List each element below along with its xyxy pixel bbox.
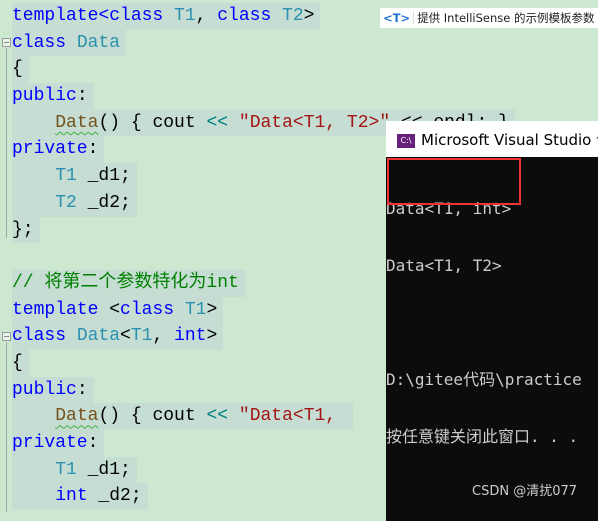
code-token: : [76,379,88,400]
template-param-icon: <T> [380,11,415,25]
code-token: << [206,112,229,133]
code-token: > [206,299,218,320]
line-highlight: { [12,56,29,84]
code-token: () { cout [98,406,207,427]
code-token: Data [76,326,121,347]
code-token: Data [76,32,121,53]
code-token: "Data<T1, [238,406,347,427]
console-title-bar[interactable]: C:\ Microsoft Visual Studio 调试控制台 [386,121,598,157]
fold-guide [6,342,7,512]
code-token: : [87,433,99,453]
code-token: "Data<T1, T2>" [238,112,391,133]
line-highlight: T2 _d2; [12,189,137,217]
code-token: private [12,139,88,160]
line-highlight: }; [12,216,40,244]
line-highlight: { [12,349,29,377]
console-output: Data<T1, int> Data<T1, T2> D:\gitee代码\pr… [386,157,598,484]
code-token: _d2; [87,486,142,507]
console-line: Data<T1, T2> [386,256,502,275]
code-token: T1 [174,6,196,26]
code-token: _d1; [76,166,131,187]
code-line[interactable]: public: [12,83,515,110]
code-token: > [206,326,218,347]
highlight-box [387,158,521,205]
line-highlight: class Data<T1, int> [12,323,224,350]
code-token: T2 [55,192,77,213]
code-token: private [12,433,88,453]
line-highlight: T1 _d1; [12,456,137,484]
line-highlight: public: [12,83,94,110]
code-token: class [12,32,77,53]
code-token: T1 [130,326,153,347]
fold-guide [6,48,7,238]
collapse-icon[interactable]: − [2,38,11,47]
intellisense-tooltip[interactable]: <T> 提供 IntelliSense 的示例模板参数 ▾ [380,8,598,28]
console-line: D:\gitee代码\practice [386,370,582,389]
code-token: > [303,6,315,26]
console-line: 按任意键关闭此窗口. . . [386,427,579,446]
line-highlight: template <class T1> [12,296,224,324]
code-token: class [12,326,77,347]
code-token: () { cout [98,112,207,133]
code-token: Data [55,112,99,133]
line-highlight: private: [12,136,105,164]
code-token: }; [12,219,34,240]
line-highlight: // 将第二个参数特化为int [12,269,245,297]
code-token: < [109,299,121,320]
code-token: public [12,86,77,107]
code-token: int [55,486,88,507]
line-highlight: int _d2; [12,483,148,511]
line-highlight: public: [12,376,94,404]
code-token: Data [55,406,99,427]
code-token: _d1; [76,459,131,480]
code-token: << [206,406,229,427]
code-token: T1 [55,166,77,187]
collapse-icon[interactable]: − [2,332,11,341]
code-token: T2 [282,6,304,26]
code-token: < [120,326,131,347]
code-line[interactable]: { [12,56,515,84]
code-token: { [12,352,23,373]
line-highlight: T1 _d1; [12,163,137,190]
code-token: _d2; [76,192,131,213]
console-title: Microsoft Visual Studio 调试控制台 [421,131,598,149]
code-token: , [195,6,218,26]
code-token: T1 [55,459,77,480]
line-highlight: private: [12,430,105,457]
code-token: template [12,299,110,320]
code-token: class [120,299,185,320]
line-highlight: template<class T1, class T2> [12,3,321,30]
code-token: { [12,59,23,80]
code-token: T1 [184,299,207,320]
debug-console-window[interactable]: C:\ Microsoft Visual Studio 调试控制台 Data<T1… [386,121,598,521]
code-line[interactable]: class Data [12,29,515,57]
code-token: , [152,326,175,347]
code-token: // 将第二个参数特化为int [12,272,239,293]
code-token: int [174,326,207,347]
code-token: : [87,139,99,160]
console-app-icon: C:\ [397,133,415,148]
code-token: template<class [12,6,175,26]
watermark: CSDN @清扰077 [472,484,578,499]
code-token: : [76,86,88,107]
line-highlight: class Data [12,29,127,57]
line-highlight: Data() { cout << "Data<T1, [12,403,353,430]
intellisense-text: 提供 IntelliSense 的示例模板参数 ▾ [417,11,598,25]
code-token: class [217,6,283,26]
code-token: public [12,379,77,400]
